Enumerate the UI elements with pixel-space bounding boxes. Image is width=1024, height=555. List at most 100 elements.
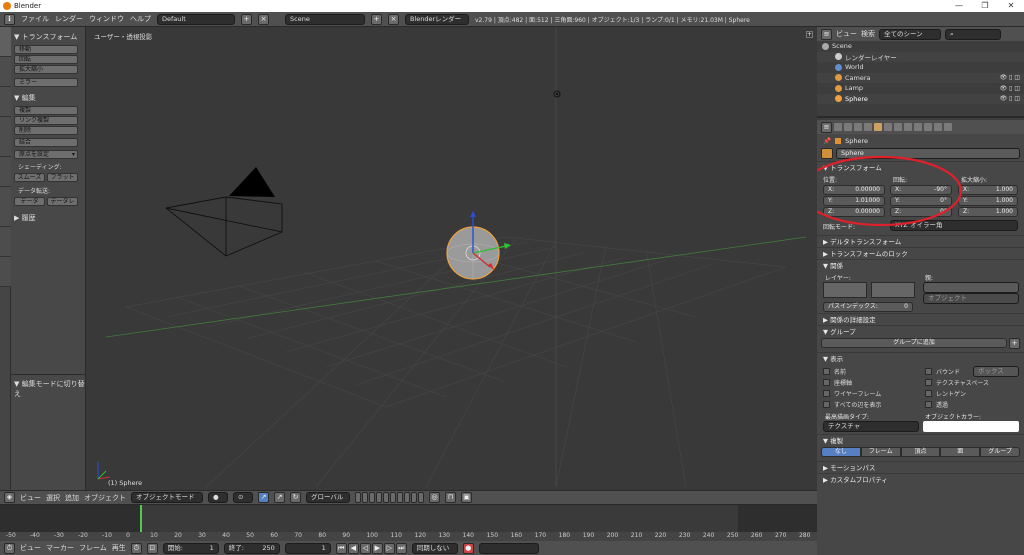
- scene-tab-icon[interactable]: [854, 123, 862, 131]
- scene-selector[interactable]: Scene: [285, 13, 365, 25]
- record-icon[interactable]: ●: [462, 542, 474, 554]
- particles-tab-icon[interactable]: [934, 123, 942, 131]
- properties-toggle-icon[interactable]: +: [806, 31, 813, 38]
- keying-set-field[interactable]: [478, 542, 539, 554]
- outliner-row-world[interactable]: World: [817, 62, 1024, 73]
- scale-x-field[interactable]: X: 1.000: [958, 185, 1018, 195]
- add-group-icon[interactable]: +: [1009, 338, 1020, 349]
- outliner-row-lamp[interactable]: Lamp 👁 ▯ ◫: [817, 83, 1024, 94]
- current-frame-field[interactable]: 1: [284, 542, 331, 554]
- pin-icon[interactable]: 📌: [823, 137, 831, 145]
- display-transparency-checkbox[interactable]: 透過: [925, 399, 989, 410]
- object-color-swatch[interactable]: [923, 421, 1019, 432]
- object-tab-icon[interactable]: [874, 123, 882, 131]
- pivot-selector[interactable]: ⊙: [233, 492, 253, 503]
- add-to-group-button[interactable]: グループに追加: [821, 338, 1007, 348]
- 3d-viewport[interactable]: ユーザー・透視投影 (1) Sphere +: [86, 27, 817, 490]
- layer-buttons[interactable]: [355, 492, 424, 503]
- dup-frames-button[interactable]: フレーム: [860, 447, 901, 457]
- groups-header[interactable]: ▼ グループ: [817, 325, 1024, 337]
- operator-panel-header[interactable]: ▼ 編集モードに切り替え: [14, 379, 85, 399]
- edit-panel-header[interactable]: ▼ 編集: [14, 93, 82, 103]
- mirror-button[interactable]: ミラー: [14, 78, 78, 87]
- add-layout-button[interactable]: +: [241, 13, 252, 25]
- timeline-area[interactable]: [0, 504, 817, 541]
- display-wire-checkbox[interactable]: ワイヤーフレーム: [823, 388, 881, 399]
- rotate-button[interactable]: 回転: [14, 55, 78, 64]
- data-tab-icon[interactable]: [904, 123, 912, 131]
- tab-create[interactable]: [0, 57, 11, 87]
- manipulator-toggle[interactable]: ↗: [258, 492, 269, 503]
- editor-type-icon[interactable]: ℹ: [4, 13, 15, 25]
- render-tab-icon[interactable]: [834, 123, 842, 131]
- relations-extras-header[interactable]: ▶ 関係の詳細設定: [817, 313, 1024, 325]
- proportional-edit-icon[interactable]: ◎: [429, 492, 440, 503]
- camera-object[interactable]: [165, 167, 283, 257]
- transform-lock-header[interactable]: ▶ トランスフォームのロック: [817, 247, 1024, 259]
- start-frame-field[interactable]: 開始: 1: [162, 542, 219, 554]
- relations-header[interactable]: ▼ 関係: [817, 259, 1024, 271]
- display-header[interactable]: ▼ 表示: [817, 352, 1024, 364]
- end-frame-field[interactable]: 終了: 250: [223, 542, 280, 554]
- timeline-editor-icon[interactable]: ⏱: [4, 542, 15, 554]
- view3d-editor-icon[interactable]: ◈: [4, 492, 15, 503]
- outliner-menu-view[interactable]: ビュー: [836, 29, 857, 39]
- delete-button[interactable]: 削除: [14, 126, 78, 135]
- data-transfer-button[interactable]: データ: [14, 197, 45, 206]
- preview-range-icon[interactable]: ⏱: [130, 542, 142, 554]
- visibility-icon[interactable]: 👁 ▯ ◫: [1000, 95, 1020, 102]
- play-reverse-icon[interactable]: ◁: [359, 542, 371, 554]
- menu-marker[interactable]: マーカー: [46, 543, 74, 553]
- menu-view[interactable]: ビュー: [20, 493, 41, 503]
- properties-editor-icon[interactable]: ≡: [821, 121, 832, 133]
- scale-z-field[interactable]: Z: 1.000: [958, 207, 1018, 217]
- menu-playback[interactable]: 再生: [112, 543, 126, 553]
- tab-animation[interactable]: [0, 117, 11, 157]
- display-texture-space-checkbox[interactable]: テクスチャスペース: [925, 377, 989, 388]
- next-key-icon[interactable]: ▷: [383, 542, 395, 554]
- transform-panel-header[interactable]: ▼ トランスフォーム: [14, 32, 82, 42]
- pass-index-field[interactable]: パスインデックス: 0: [823, 302, 913, 312]
- layer-grid-1[interactable]: [823, 282, 867, 298]
- tab-relations[interactable]: [0, 87, 11, 117]
- tab-physics[interactable]: [0, 157, 11, 187]
- sync-mode-selector[interactable]: 同期しない: [411, 542, 458, 554]
- render-engine-selector[interactable]: Blenderレンダー: [405, 13, 469, 25]
- texture-tab-icon[interactable]: [924, 123, 932, 131]
- dup-faces-button[interactable]: 面: [940, 447, 981, 457]
- flat-button[interactable]: フラット: [47, 173, 78, 182]
- dup-verts-button[interactable]: 頂点: [900, 447, 941, 457]
- data-layout-button[interactable]: データレ: [47, 197, 78, 206]
- add-scene-button[interactable]: +: [371, 13, 382, 25]
- lock-range-icon[interactable]: ⊡: [146, 542, 158, 554]
- menu-window[interactable]: ウィンドウ: [89, 14, 124, 24]
- layout-selector[interactable]: Default: [157, 13, 235, 25]
- display-name-checkbox[interactable]: 名前: [823, 366, 881, 377]
- minimize-button[interactable]: —: [946, 0, 972, 12]
- jump-end-icon[interactable]: ⏭: [395, 542, 407, 554]
- outliner-display-selector[interactable]: 全てのシーン: [879, 28, 941, 40]
- display-xray-checkbox[interactable]: レントゲン: [925, 388, 989, 399]
- parent-field[interactable]: [923, 282, 1019, 293]
- snap-icon[interactable]: ⊓: [445, 492, 456, 503]
- menu-timeline-view[interactable]: ビュー: [20, 543, 41, 553]
- menu-add[interactable]: 追加: [65, 493, 79, 503]
- shading-selector[interactable]: ●: [208, 492, 228, 503]
- set-origin-dropdown[interactable]: 原点を設定 ▾: [14, 150, 78, 159]
- scale-y-field[interactable]: Y: 1.000: [958, 196, 1018, 206]
- translate-button[interactable]: 移動: [14, 45, 78, 54]
- outliner-search-input[interactable]: ⌕: [945, 28, 1001, 40]
- custom-properties-header[interactable]: ▶ カスタムプロパティ: [817, 473, 1024, 485]
- material-tab-icon[interactable]: [914, 123, 922, 131]
- link-duplicate-button[interactable]: リンク複製: [14, 116, 78, 125]
- constraints-tab-icon[interactable]: [884, 123, 892, 131]
- tab-misc[interactable]: [0, 257, 11, 287]
- sphere-object[interactable]: [446, 211, 511, 280]
- tab-extra[interactable]: [0, 227, 11, 257]
- scale-button[interactable]: 拡大縮小: [14, 65, 78, 74]
- tab-tools[interactable]: [0, 27, 11, 57]
- orientation-selector[interactable]: グローバル: [306, 492, 350, 503]
- translate-manipulator[interactable]: ↗: [274, 492, 285, 503]
- tab-grease-pencil[interactable]: [0, 187, 11, 227]
- bounds-type-selector[interactable]: ボックス: [973, 366, 1019, 377]
